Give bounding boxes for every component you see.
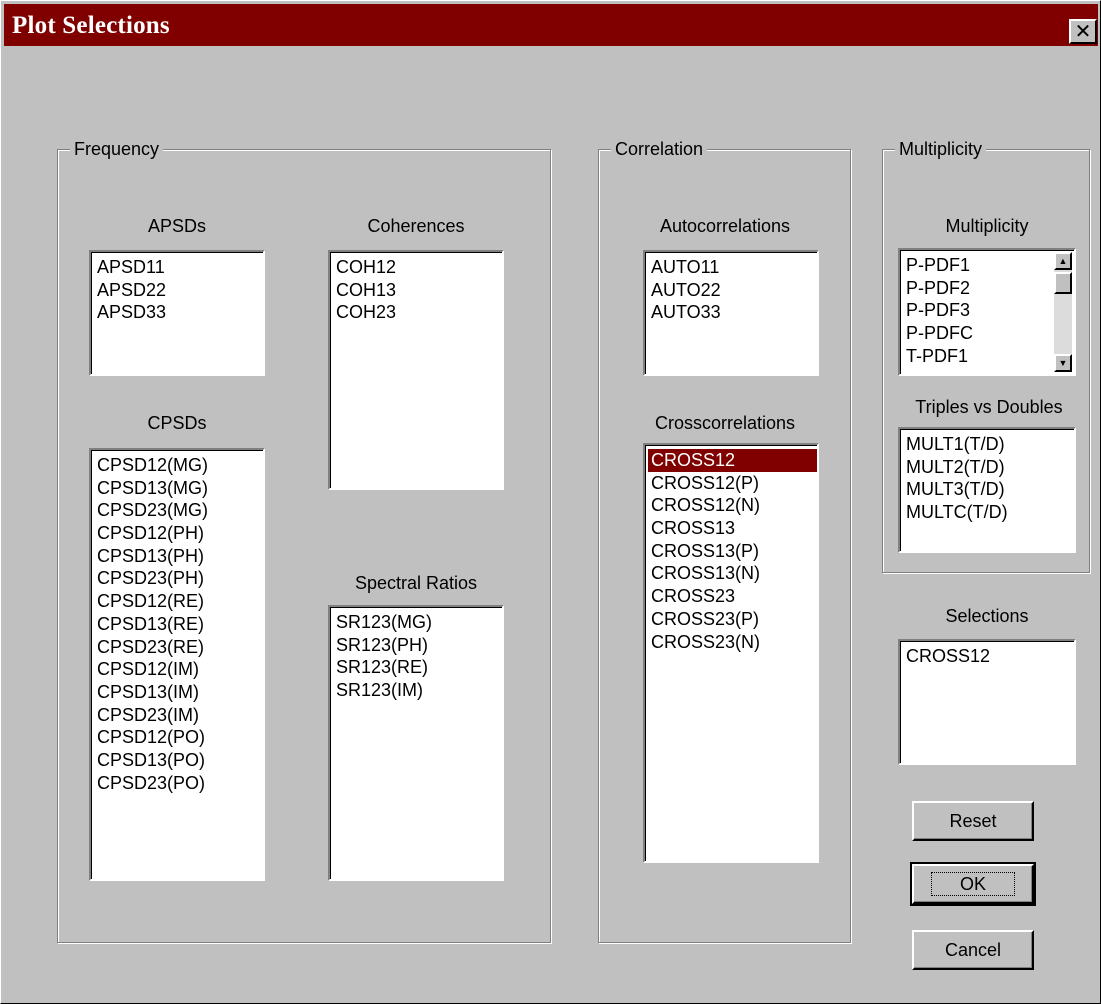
triples-vs-doubles-item[interactable]: MULT1(T/D) bbox=[905, 433, 1074, 456]
multiplicity-item[interactable]: P-PDFC bbox=[905, 322, 1074, 345]
apsds-listbox[interactable]: APSD11 APSD22 APSD33 bbox=[89, 250, 265, 376]
cpsds-item[interactable]: CPSD12(RE) bbox=[96, 590, 263, 613]
autocorrelations-item[interactable]: AUTO11 bbox=[650, 256, 817, 279]
ok-button[interactable]: OK bbox=[910, 862, 1036, 906]
cpsds-item[interactable]: CPSD23(IM) bbox=[96, 704, 263, 727]
crosscorrelations-item[interactable]: CROSS12(P) bbox=[650, 472, 817, 495]
ok-button-label: OK bbox=[930, 872, 1015, 896]
apsds-item[interactable]: APSD11 bbox=[96, 256, 263, 279]
multiplicity-item[interactable]: P-PDF3 bbox=[905, 299, 1074, 322]
cpsds-item[interactable]: CPSD13(IM) bbox=[96, 681, 263, 704]
cpsds-label: CPSDs bbox=[147, 413, 207, 433]
selections-listbox[interactable]: CROSS12 bbox=[898, 639, 1076, 765]
cpsds-item[interactable]: CPSD23(RE) bbox=[96, 636, 263, 659]
autocorrelations-item[interactable]: AUTO22 bbox=[650, 279, 817, 302]
window-title: Plot Selections bbox=[12, 12, 170, 39]
coherences-item[interactable]: COH13 bbox=[335, 279, 502, 302]
multiplicity-item[interactable]: T-PDF1 bbox=[905, 345, 1074, 368]
multiplicity-item[interactable]: P-PDF1 bbox=[905, 254, 1074, 277]
autocorrelations-listbox[interactable]: AUTO11 AUTO22 AUTO33 bbox=[643, 250, 819, 376]
selections-label: Selections bbox=[945, 606, 1029, 626]
coherences-item[interactable]: COH12 bbox=[335, 256, 502, 279]
triples-vs-doubles-label: Triples vs Doubles bbox=[915, 397, 1063, 417]
cpsds-item[interactable]: CPSD12(PO) bbox=[96, 726, 263, 749]
cpsds-item[interactable]: CPSD23(MG) bbox=[96, 499, 263, 522]
multiplicity-group-title: Multiplicity bbox=[895, 137, 987, 161]
multiplicity-scrollbar[interactable]: ▲ ▼ bbox=[1054, 252, 1072, 372]
selections-item[interactable]: CROSS12 bbox=[905, 645, 1074, 668]
frequency-group-title: Frequency bbox=[70, 137, 164, 161]
correlation-group-title: Correlation bbox=[611, 137, 708, 161]
apsds-item[interactable]: APSD33 bbox=[96, 301, 263, 324]
apsds-item[interactable]: APSD22 bbox=[96, 279, 263, 302]
crosscorrelations-label: Crosscorrelations bbox=[654, 413, 796, 433]
scroll-thumb[interactable] bbox=[1054, 272, 1072, 294]
plot-selections-dialog: Plot Selections ✕ Frequency APSDs APSD11… bbox=[0, 0, 1101, 1004]
cpsds-item[interactable]: CPSD13(MG) bbox=[96, 477, 263, 500]
triples-vs-doubles-item[interactable]: MULTC(T/D) bbox=[905, 501, 1074, 524]
cpsds-item[interactable]: CPSD12(IM) bbox=[96, 658, 263, 681]
cpsds-item[interactable]: CPSD23(PO) bbox=[96, 772, 263, 795]
cpsds-item[interactable]: CPSD13(RE) bbox=[96, 613, 263, 636]
close-button[interactable]: ✕ bbox=[1069, 19, 1097, 44]
autocorrelations-label: Autocorrelations bbox=[659, 216, 791, 236]
crosscorrelations-item[interactable]: CROSS23 bbox=[650, 585, 817, 608]
crosscorrelations-listbox[interactable]: CROSS12 CROSS12(P) CROSS12(N) CROSS13 CROSS1… bbox=[643, 443, 819, 863]
cpsds-item[interactable]: CPSD23(PH) bbox=[96, 567, 263, 590]
spectral-ratios-item[interactable]: SR123(PH) bbox=[335, 634, 502, 657]
cpsds-item[interactable]: CPSD12(PH) bbox=[96, 522, 263, 545]
cpsds-listbox[interactable]: CPSD12(MG) CPSD13(MG) CPSD23(MG) CPSD12(PH)… bbox=[89, 448, 265, 881]
scroll-up-arrow-icon[interactable]: ▲ bbox=[1054, 252, 1072, 270]
spectral-ratios-listbox[interactable]: SR123(MG) SR123(PH) SR123(RE) SR123(IM) bbox=[328, 605, 504, 881]
coherences-listbox[interactable]: COH12 COH13 COH23 bbox=[328, 250, 504, 490]
reset-button[interactable]: Reset bbox=[912, 801, 1034, 841]
multiplicity-listbox[interactable]: P-PDF1 P-PDF2 P-PDF3 P-PDFC T-PDF1 ▲ ▼ bbox=[898, 248, 1076, 376]
autocorrelations-item[interactable]: AUTO33 bbox=[650, 301, 817, 324]
coherences-item[interactable]: COH23 bbox=[335, 301, 502, 324]
crosscorrelations-item[interactable]: CROSS12(N) bbox=[650, 494, 817, 517]
cancel-button[interactable]: Cancel bbox=[912, 930, 1034, 970]
scroll-down-arrow-icon[interactable]: ▼ bbox=[1054, 354, 1072, 372]
spectral-ratios-item[interactable]: SR123(MG) bbox=[335, 611, 502, 634]
multiplicity-list-label: Multiplicity bbox=[945, 216, 1029, 236]
crosscorrelations-item[interactable]: CROSS23(N) bbox=[650, 631, 817, 654]
multiplicity-item[interactable]: P-PDF2 bbox=[905, 277, 1074, 300]
triples-vs-doubles-listbox[interactable]: MULT1(T/D) MULT2(T/D) MULT3(T/D) MULTC(T/D) bbox=[898, 427, 1076, 553]
title-bar[interactable]: Plot Selections bbox=[4, 4, 1098, 46]
spectral-ratios-item[interactable]: SR123(IM) bbox=[335, 679, 502, 702]
crosscorrelations-item[interactable]: CROSS13(P) bbox=[650, 540, 817, 563]
spectral-ratios-label: Spectral Ratios bbox=[354, 573, 478, 593]
crosscorrelations-item[interactable]: CROSS23(P) bbox=[650, 608, 817, 631]
cpsds-item[interactable]: CPSD13(PO) bbox=[96, 749, 263, 772]
triples-vs-doubles-item[interactable]: MULT3(T/D) bbox=[905, 478, 1074, 501]
crosscorrelations-item[interactable]: CROSS12 bbox=[648, 449, 817, 472]
spectral-ratios-item[interactable]: SR123(RE) bbox=[335, 656, 502, 679]
apsds-label: APSDs bbox=[147, 216, 207, 236]
cpsds-item[interactable]: CPSD12(MG) bbox=[96, 454, 263, 477]
coherences-label: Coherences bbox=[367, 216, 465, 236]
close-icon: ✕ bbox=[1074, 19, 1092, 43]
triples-vs-doubles-item[interactable]: MULT2(T/D) bbox=[905, 456, 1074, 479]
crosscorrelations-item[interactable]: CROSS13(N) bbox=[650, 562, 817, 585]
crosscorrelations-item[interactable]: CROSS13 bbox=[650, 517, 817, 540]
cpsds-item[interactable]: CPSD13(PH) bbox=[96, 545, 263, 568]
